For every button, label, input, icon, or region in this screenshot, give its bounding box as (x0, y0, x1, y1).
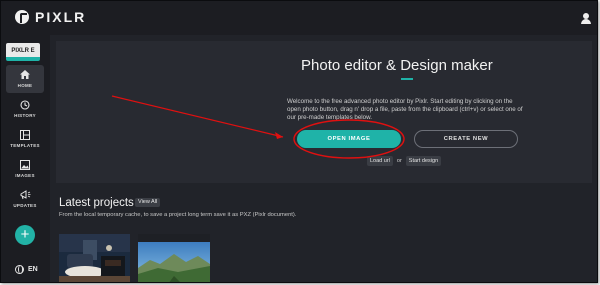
latest-projects-title: Latest projects (59, 197, 134, 209)
images-icon (19, 160, 31, 170)
language-selector[interactable]: EN (15, 265, 38, 274)
add-button[interactable]: + (15, 225, 35, 245)
product-badge-stripe (6, 57, 40, 61)
pixlr-logo-icon (15, 10, 29, 24)
latest-projects-description: From the local temporary cache, to save … (59, 212, 297, 218)
open-image-button[interactable]: OPEN IMAGE (297, 130, 401, 148)
pixlr-window: PIXLR PIXLR E HOME HISTORY TEMPLATES IMA… (0, 0, 598, 283)
title-underline (401, 78, 413, 80)
language-label: EN (28, 266, 38, 273)
globe-icon (15, 265, 24, 274)
pixlr-logo-text: PIXLR (35, 9, 87, 25)
sidebar-item-home[interactable]: HOME (6, 65, 44, 93)
secondary-actions: Load url or Start design (367, 156, 442, 166)
sidebar-item-history[interactable]: HISTORY (6, 95, 44, 123)
top-bar: PIXLR (1, 1, 597, 35)
sidebar-item-label: HOME (17, 83, 33, 88)
megaphone-icon (19, 190, 31, 200)
sidebar-item-label: TEMPLATES (10, 143, 40, 148)
project-thumbnail[interactable] (138, 234, 210, 282)
templates-icon (19, 130, 31, 140)
pixlr-logo[interactable]: PIXLR (15, 9, 86, 25)
sidebar-item-label: HISTORY (14, 113, 36, 118)
view-all-button[interactable]: View All (135, 198, 161, 207)
project-thumbnail[interactable] (59, 234, 130, 282)
home-icon (19, 70, 31, 80)
create-new-button[interactable]: CREATE NEW (414, 130, 518, 148)
user-icon[interactable] (581, 13, 591, 25)
load-url-button[interactable]: Load url (367, 156, 393, 166)
sidebar-item-templates[interactable]: TEMPLATES (6, 125, 44, 153)
sidebar: PIXLR E HOME HISTORY TEMPLATES IMAGES UP… (1, 35, 50, 282)
history-icon (19, 100, 31, 110)
sidebar-item-label: IMAGES (15, 173, 35, 178)
sidebar-item-updates[interactable]: UPDATES (6, 185, 44, 213)
sidebar-item-images[interactable]: IMAGES (6, 155, 44, 183)
start-design-button[interactable]: Start design (405, 156, 442, 166)
or-label: or (396, 158, 402, 164)
welcome-text: Welcome to the free advanced photo edito… (287, 98, 523, 121)
page-title: Photo editor & Design maker (301, 57, 493, 74)
sidebar-item-label: UPDATES (13, 203, 37, 208)
